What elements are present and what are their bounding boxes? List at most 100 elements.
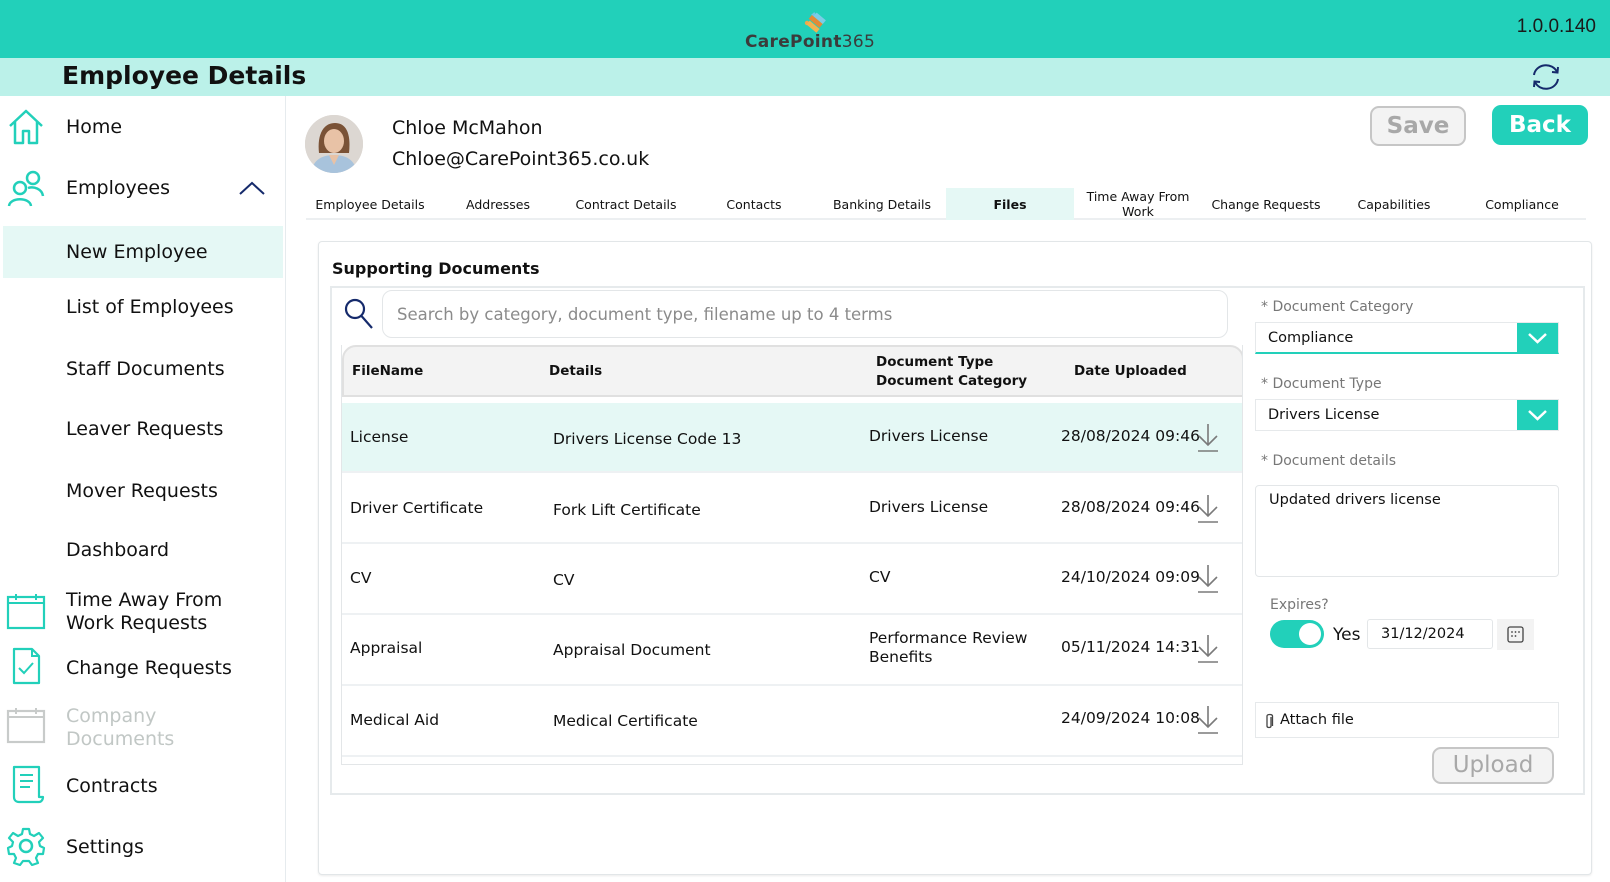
title-bar: Employee Details — [0, 58, 1610, 96]
sidebar-item-leaver-requests[interactable]: Leaver Requests — [0, 408, 283, 450]
expires-toggle-label: Yes — [1333, 625, 1361, 645]
search-icon[interactable] — [343, 297, 375, 331]
table-row[interactable]: Appraisal Appraisal Document Performance… — [342, 616, 1242, 686]
refresh-icon[interactable] — [1529, 61, 1563, 93]
cell-filename: Medical Aid — [350, 711, 440, 729]
cell-type-category: Drivers License — [869, 498, 989, 516]
document-details-input[interactable]: Updated drivers license — [1255, 485, 1559, 577]
sidebar-item-label: Leaver Requests — [66, 417, 224, 440]
employee-email: Chloe@CarePoint365.co.uk — [392, 148, 650, 170]
sidebar-item-change-requests[interactable]: Change Requests — [0, 646, 283, 690]
sidebar-item-label: Home — [66, 115, 123, 138]
users-icon — [7, 170, 45, 207]
tab-contract-details[interactable]: Contract Details — [562, 188, 690, 220]
top-bar: CarePoint365 1.0.0.140 — [0, 0, 1610, 58]
sidebar: Home Employees New Employee List of Empl… — [0, 96, 286, 882]
gear-icon — [6, 827, 46, 866]
sidebar-item-time-away-requests[interactable]: Time Away From Work Requests — [0, 586, 283, 638]
sidebar-item-company-documents[interactable]: Company Documents — [0, 702, 283, 754]
cell-date-uploaded: 05/11/2024 14:31 — [1061, 638, 1200, 656]
table-header: FileName Details Document Type Document … — [342, 345, 1242, 397]
documents-table: FileName Details Document Type Document … — [341, 345, 1243, 765]
cell-details: Drivers License Code 13 — [553, 430, 742, 448]
tab-time-away-from-work[interactable]: Time Away From Work — [1074, 188, 1202, 220]
column-header-document-type[interactable]: Document Type — [876, 353, 993, 372]
chevron-down-icon[interactable] — [1517, 323, 1558, 352]
sidebar-item-employees[interactable]: Employees — [0, 166, 283, 210]
sidebar-item-settings[interactable]: Settings — [0, 824, 283, 870]
home-icon — [9, 109, 43, 145]
document-check-icon — [12, 647, 41, 685]
document-details-label: * Document details — [1261, 453, 1397, 469]
cell-date-uploaded: 24/10/2024 09:09 — [1061, 568, 1200, 586]
sidebar-item-mover-requests[interactable]: Mover Requests — [0, 470, 283, 512]
column-header-document-category[interactable]: Document Category — [876, 372, 1027, 391]
attach-file-label: Attach file — [1280, 712, 1354, 728]
tab-banking-details[interactable]: Banking Details — [818, 188, 946, 220]
cell-date-uploaded: 28/08/2024 09:46 — [1061, 498, 1200, 516]
cell-type-category: Drivers License — [869, 427, 989, 445]
download-icon[interactable] — [1196, 493, 1220, 525]
tab-employee-details[interactable]: Employee Details — [306, 188, 434, 220]
sidebar-item-label: Staff Documents — [66, 357, 225, 380]
back-button[interactable]: Back — [1492, 105, 1588, 145]
sidebar-item-label: Company Documents — [66, 705, 175, 750]
sidebar-item-contracts[interactable]: Contracts — [0, 764, 283, 808]
column-header-filename[interactable]: FileName — [352, 362, 423, 381]
table-row[interactable]: License Drivers License Code 13 Drivers … — [342, 403, 1242, 473]
download-icon[interactable] — [1196, 563, 1220, 595]
cell-type-category: Performance Review Benefits — [869, 629, 1028, 666]
expiry-date-input[interactable]: 31/12/2024 — [1367, 619, 1493, 649]
calendar-icon — [6, 708, 46, 744]
logo-mark-icon — [804, 12, 826, 33]
document-type-dropdown[interactable]: Drivers License — [1255, 399, 1559, 431]
download-icon[interactable] — [1196, 422, 1220, 454]
cell-filename: Appraisal — [350, 639, 423, 657]
download-icon[interactable] — [1196, 704, 1220, 736]
chevron-down-icon[interactable] — [1517, 400, 1558, 430]
table-row[interactable]: Medical Aid Medical Certificate 24/09/20… — [342, 687, 1242, 757]
attach-file-button[interactable]: Attach file — [1255, 702, 1559, 738]
date-picker-button[interactable] — [1497, 619, 1534, 650]
cell-details: Medical Certificate — [553, 712, 698, 730]
cell-details: Fork Lift Certificate — [553, 501, 701, 519]
column-header-details[interactable]: Details — [549, 362, 602, 381]
document-category-dropdown[interactable]: Compliance — [1255, 322, 1559, 354]
sidebar-item-list-of-employees[interactable]: List of Employees — [0, 286, 283, 328]
download-icon[interactable] — [1196, 633, 1220, 665]
sidebar-item-label: Change Requests — [66, 656, 232, 679]
table-row[interactable]: Driver Certificate Fork Lift Certificate… — [342, 474, 1242, 544]
table-row[interactable]: CV CV CV 24/10/2024 09:09 — [342, 545, 1242, 615]
sidebar-item-new-employee[interactable]: New Employee — [3, 226, 283, 278]
tab-addresses[interactable]: Addresses — [434, 188, 562, 220]
tab-change-requests[interactable]: Change Requests — [1202, 188, 1330, 220]
contract-icon — [12, 765, 45, 804]
tab-compliance[interactable]: Compliance — [1458, 188, 1586, 220]
sidebar-item-label: Employees — [66, 176, 170, 199]
tab-contacts[interactable]: Contacts — [690, 188, 818, 220]
employee-name: Chloe McMahon — [392, 117, 543, 139]
sidebar-item-label: List of Employees — [66, 295, 234, 318]
save-button[interactable]: Save — [1370, 106, 1466, 146]
calendar-icon — [1507, 626, 1524, 643]
sidebar-item-dashboard[interactable]: Dashboard — [0, 529, 283, 571]
avatar — [305, 115, 363, 173]
sidebar-item-home[interactable]: Home — [0, 106, 283, 148]
chevron-up-icon[interactable] — [238, 180, 266, 196]
search-input[interactable] — [382, 290, 1228, 338]
page-title: Employee Details — [62, 61, 307, 90]
sidebar-item-label: Time Away From Work Requests — [66, 589, 223, 634]
avatar-image — [305, 115, 363, 173]
upload-button[interactable]: Upload — [1432, 747, 1554, 784]
toggle-knob — [1299, 623, 1321, 645]
sidebar-item-label: Dashboard — [66, 538, 170, 561]
tab-files[interactable]: Files — [946, 188, 1074, 220]
cell-date-uploaded: 24/09/2024 10:08 — [1061, 709, 1200, 727]
column-header-date-uploaded[interactable]: Date Uploaded — [1074, 362, 1187, 381]
cell-filename: License — [350, 428, 409, 446]
tab-capabilities[interactable]: Capabilities — [1330, 188, 1458, 220]
expires-toggle[interactable] — [1270, 620, 1324, 648]
cell-date-uploaded: 28/08/2024 09:46 — [1061, 427, 1200, 445]
sidebar-item-staff-documents[interactable]: Staff Documents — [0, 348, 283, 390]
sidebar-item-label: Mover Requests — [66, 479, 218, 502]
